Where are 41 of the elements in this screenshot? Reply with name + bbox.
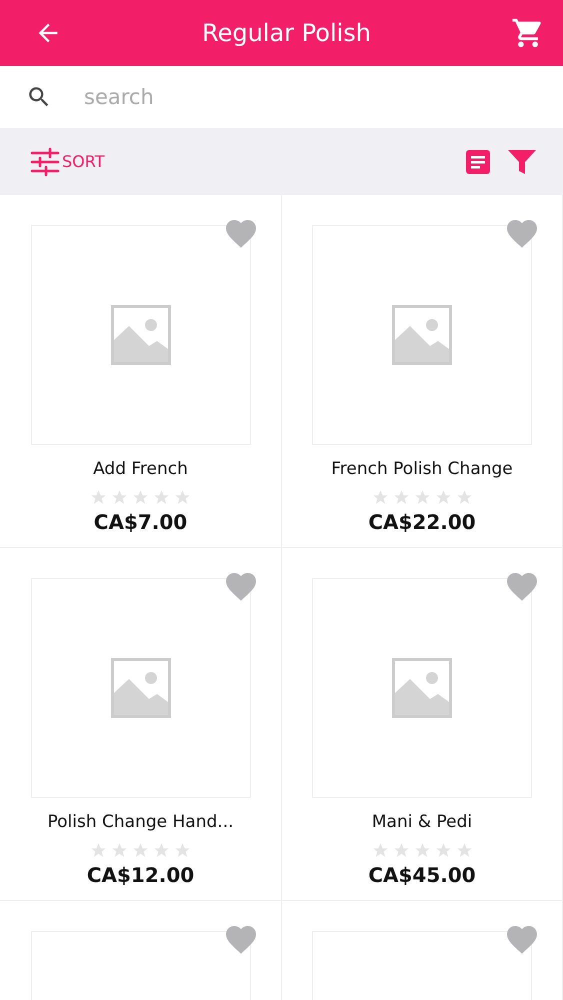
product-card[interactable]: Polish Change Hand... CA$12.00 [0, 548, 282, 901]
image-placeholder-icon [392, 305, 452, 365]
product-name: French Polish Change [331, 459, 513, 479]
star-icon [456, 489, 472, 506]
star-icon [414, 842, 430, 859]
image-placeholder-icon [110, 658, 170, 718]
star-icon [174, 489, 191, 506]
product-name: Add French [93, 459, 188, 479]
image-placeholder-icon [392, 658, 452, 718]
star-icon [111, 489, 128, 506]
product-card[interactable]: French Polish Change CA$22.00 [282, 195, 563, 548]
filter-icon[interactable] [507, 148, 537, 174]
product-name: Polish Change Hand... [48, 812, 234, 832]
image-placeholder-icon [110, 305, 170, 365]
product-price: CA$12.00 [86, 863, 194, 887]
page-title: Regular Polish [202, 19, 372, 47]
star-icon [392, 489, 410, 506]
product-price: CA$45.00 [368, 863, 476, 887]
star-icon [414, 489, 430, 506]
list-view-icon[interactable] [465, 148, 491, 174]
star-icon [111, 842, 128, 859]
star-icon [153, 842, 170, 859]
star-icon [132, 489, 149, 506]
sliders-icon [30, 146, 60, 176]
product-card[interactable]: Mani & Pedi CA$45.00 [282, 548, 563, 901]
product-name: Mani & Pedi [372, 812, 472, 832]
product-card[interactable]: Add French CA$7.00 [0, 195, 282, 548]
product-price: CA$22.00 [368, 510, 476, 534]
star-icon [372, 842, 388, 859]
star-icon [392, 842, 410, 859]
product-price: CA$7.00 [94, 510, 188, 534]
star-icon [90, 489, 107, 506]
sort-button[interactable]: SORT [30, 146, 104, 176]
star-icon [456, 842, 472, 859]
star-icon [434, 489, 452, 506]
star-icon [174, 842, 191, 859]
star-icon [434, 842, 452, 859]
star-icon [90, 842, 107, 859]
star-icon [132, 842, 149, 859]
star-icon [372, 489, 388, 506]
star-icon [153, 489, 170, 506]
